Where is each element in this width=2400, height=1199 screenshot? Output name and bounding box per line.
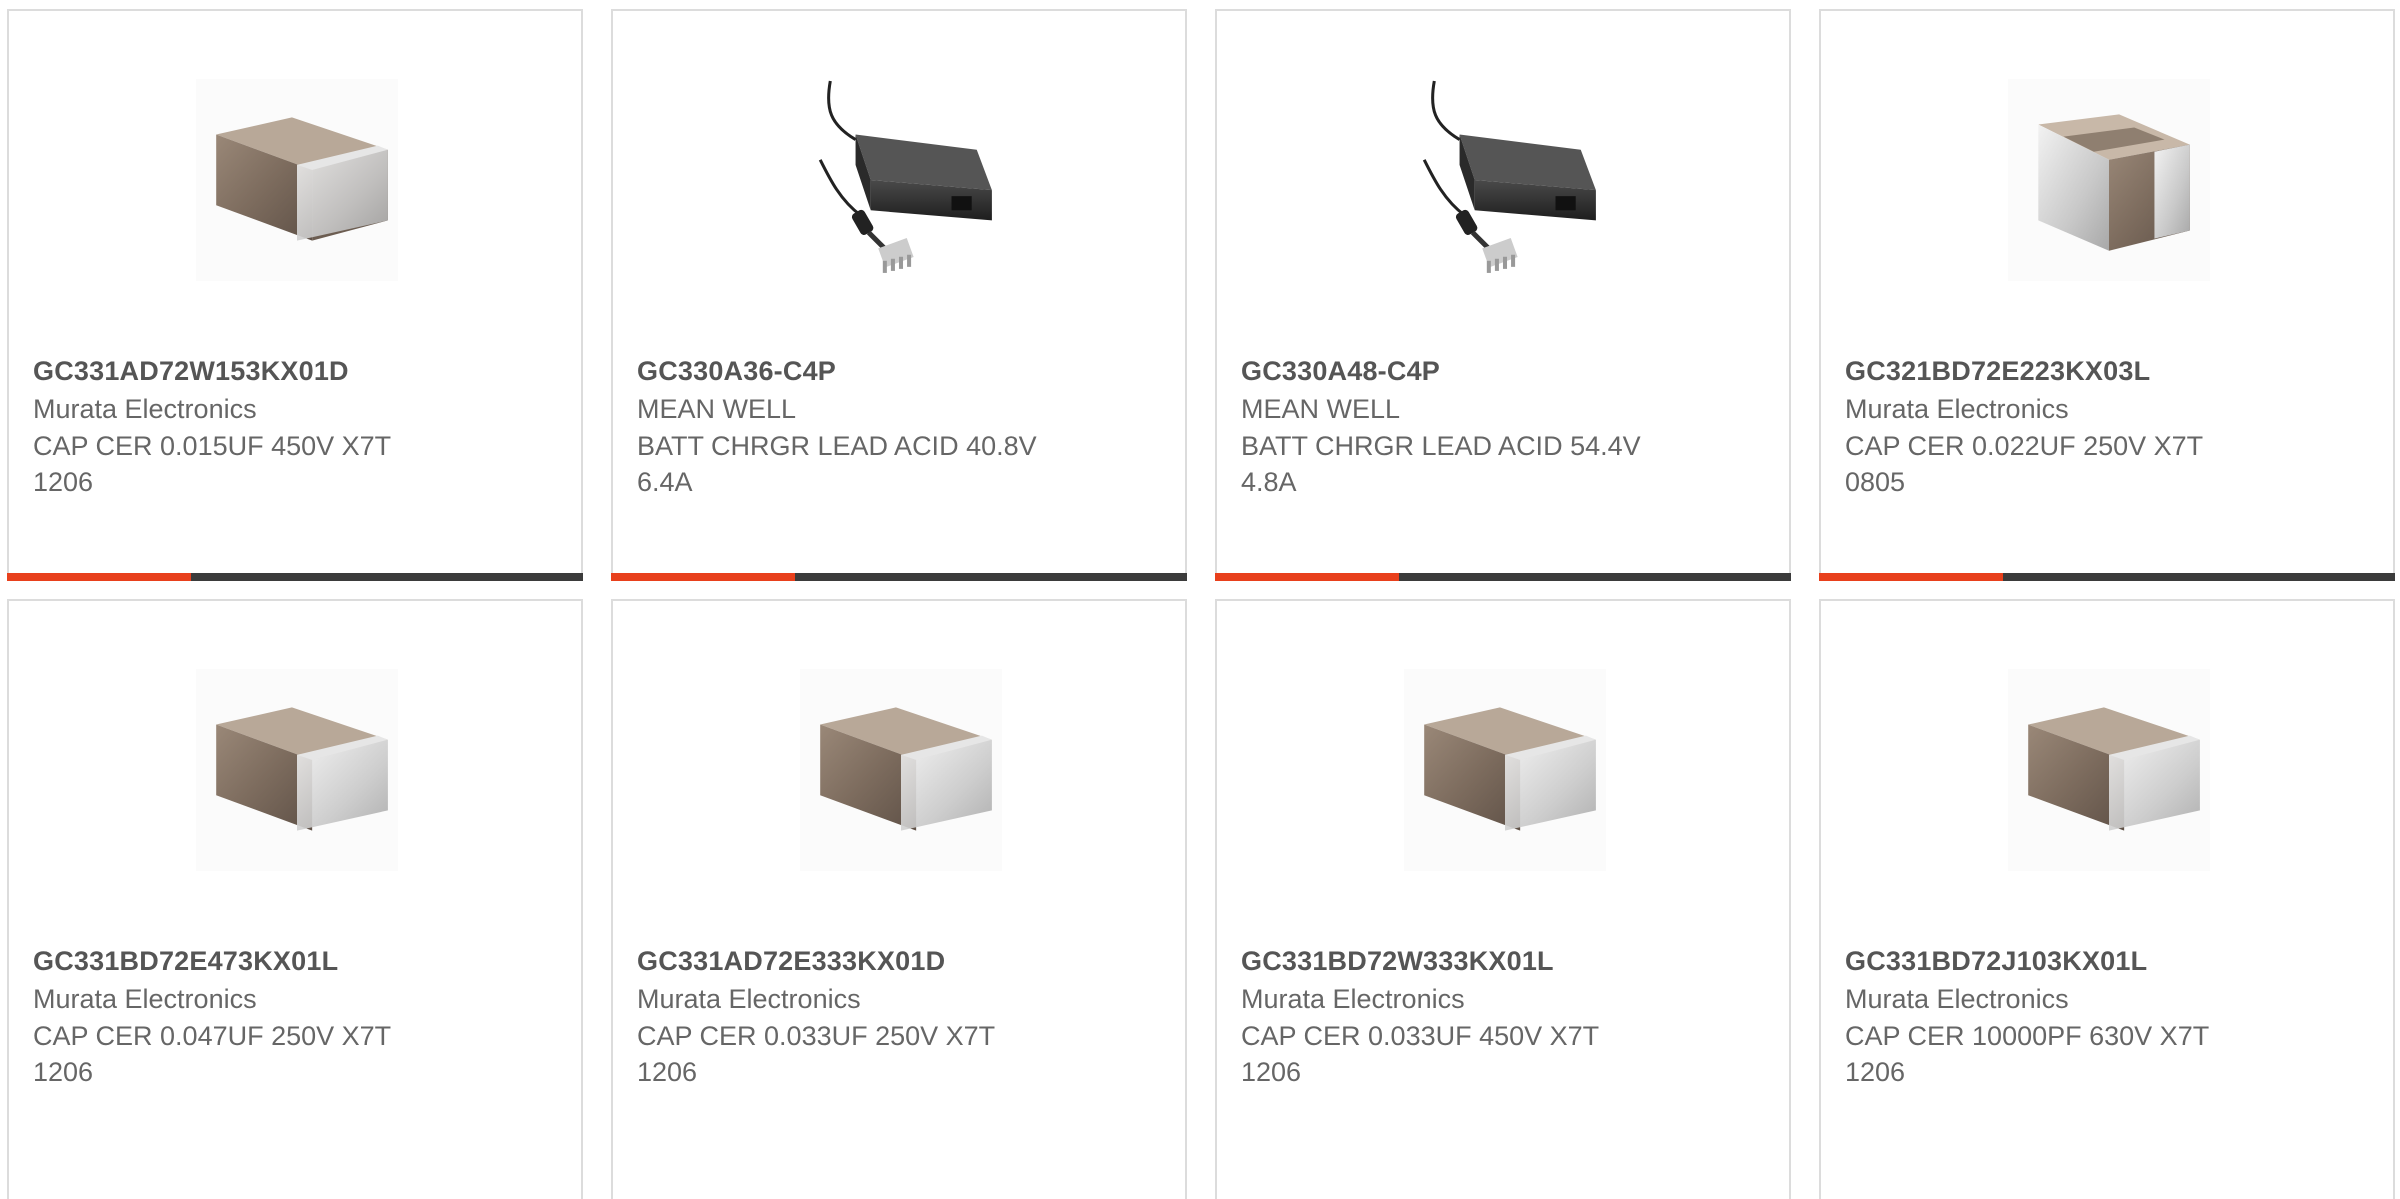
ceramic-capacitor-icon	[1404, 669, 1606, 871]
description-line1: CAP CER 10000PF 630V X7T	[1845, 1021, 2210, 1051]
product-card[interactable]: GC330A48-C4P MEAN WELL BATT CHRGR LEAD A…	[1215, 9, 1791, 581]
product-card[interactable]: GC331AD72E333KX01D Murata Electronics CA…	[611, 599, 1187, 1199]
ceramic-capacitor-icon	[2008, 669, 2210, 871]
description-line1: CAP CER 0.022UF 250V X7T	[1845, 431, 2204, 461]
manufacturer: Murata Electronics	[1241, 984, 1465, 1014]
manufacturer: Murata Electronics	[33, 984, 257, 1014]
manufacturer: Murata Electronics	[33, 394, 257, 424]
part-number[interactable]: GC331AD72E333KX01D	[637, 946, 945, 977]
description-line1: BATT CHRGR LEAD ACID 54.4V	[1241, 431, 1641, 461]
manufacturer: Murata Electronics	[1845, 984, 2069, 1014]
description-line2: 1206	[33, 1057, 94, 1087]
card-accent-bar	[7, 573, 583, 581]
product-grid: GC331AD72W153KX01D Murata Electronics CA…	[0, 0, 2400, 1199]
part-number[interactable]: GC331BD72E473KX01L	[33, 946, 338, 977]
card-accent-bar	[611, 573, 1187, 581]
part-number[interactable]: GC331BD72J103KX01L	[1845, 946, 2147, 977]
battery-charger-icon	[800, 79, 1002, 281]
product-card[interactable]: GC321BD72E223KX03L Murata Electronics CA…	[1819, 9, 2395, 581]
part-number[interactable]: GC321BD72E223KX03L	[1845, 356, 2150, 387]
product-card[interactable]: GC331BD72E473KX01L Murata Electronics CA…	[7, 599, 583, 1199]
description-line1: CAP CER 0.015UF 450V X7T	[33, 431, 392, 461]
manufacturer: Murata Electronics	[1845, 394, 2069, 424]
manufacturer: Murata Electronics	[637, 984, 861, 1014]
manufacturer: MEAN WELL	[1241, 394, 1401, 424]
ceramic-capacitor-icon	[2008, 79, 2210, 281]
description-line2: 6.4A	[637, 467, 693, 497]
card-accent-bar	[1215, 573, 1791, 581]
description-line1: CAP CER 0.033UF 250V X7T	[637, 1021, 996, 1051]
description-line2: 1206	[33, 467, 94, 497]
part-number[interactable]: GC330A48-C4P	[1241, 356, 1440, 387]
card-accent-bar	[1819, 573, 2395, 581]
description-line1: CAP CER 0.047UF 250V X7T	[33, 1021, 392, 1051]
description-line1: CAP CER 0.033UF 450V X7T	[1241, 1021, 1600, 1051]
product-card[interactable]: GC331BD72J103KX01L Murata Electronics CA…	[1819, 599, 2395, 1199]
ceramic-capacitor-icon	[800, 669, 1002, 871]
description-line2: 0805	[1845, 467, 1906, 497]
ceramic-capacitor-icon	[196, 669, 398, 871]
part-number[interactable]: GC330A36-C4P	[637, 356, 836, 387]
manufacturer: MEAN WELL	[637, 394, 797, 424]
ceramic-capacitor-icon	[196, 79, 398, 281]
description-line2: 1206	[637, 1057, 698, 1087]
part-number[interactable]: GC331BD72W333KX01L	[1241, 946, 1554, 977]
part-number[interactable]: GC331AD72W153KX01D	[33, 356, 349, 387]
description-line1: BATT CHRGR LEAD ACID 40.8V	[637, 431, 1037, 461]
product-card[interactable]: GC330A36-C4P MEAN WELL BATT CHRGR LEAD A…	[611, 9, 1187, 581]
battery-charger-icon	[1404, 79, 1606, 281]
description-line2: 1206	[1241, 1057, 1302, 1087]
product-card[interactable]: GC331AD72W153KX01D Murata Electronics CA…	[7, 9, 583, 581]
description-line2: 4.8A	[1241, 467, 1297, 497]
description-line2: 1206	[1845, 1057, 1906, 1087]
product-card[interactable]: GC331BD72W333KX01L Murata Electronics CA…	[1215, 599, 1791, 1199]
